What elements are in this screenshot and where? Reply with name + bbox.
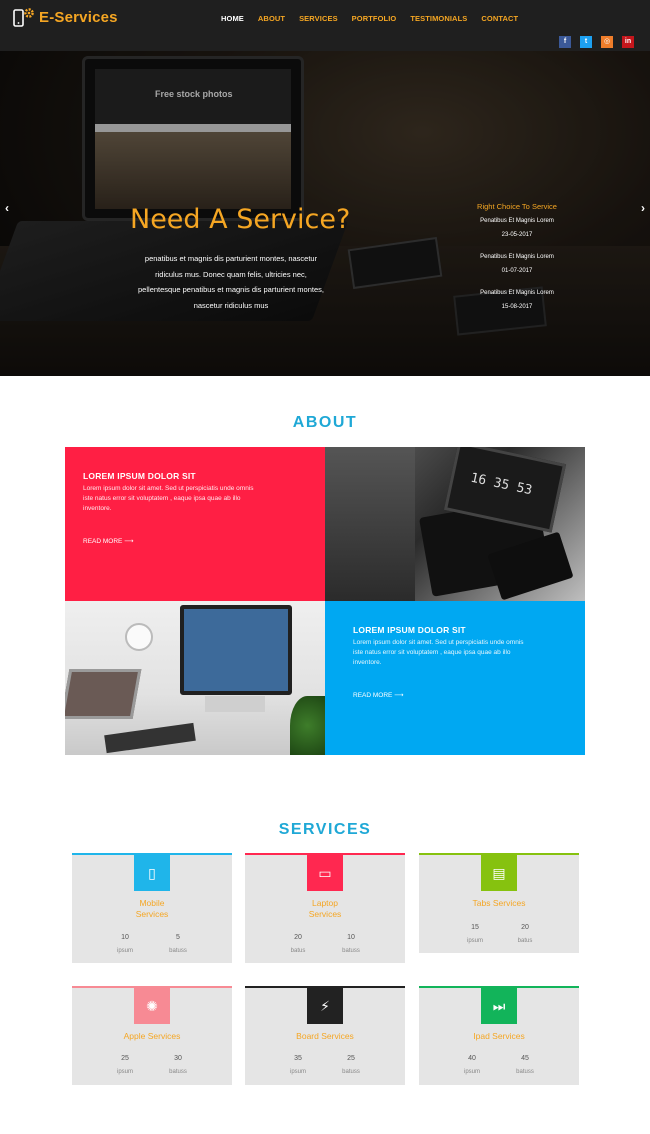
hero-slider: Free stock photos Need A Service? penati… [0, 51, 650, 376]
arrow-right-icon: ⟶ [124, 538, 134, 545]
menu-portfolio[interactable]: PORTFOLIO [352, 14, 397, 23]
laptop-icon: ▭ [307, 855, 343, 891]
service-stat: 25 batuss [342, 1055, 360, 1075]
service-stat: 35 ipsum [289, 1055, 306, 1075]
hero-text: penatibus et magnis dis parturient monte… [138, 254, 324, 310]
service-stat: 45 batuss [516, 1055, 534, 1075]
menu-contact[interactable]: CONTACT [481, 14, 518, 23]
hero-title: Need A Service? [130, 204, 351, 235]
fast-forward-icon: ⏭ [481, 988, 517, 1024]
service-stat: 20 batus [290, 934, 306, 954]
apple-icon: ✺ [134, 988, 170, 1024]
hero-side-list: Right Choice To Service Penatibus Et Mag… [472, 202, 562, 325]
logo-text: E-Services [39, 8, 118, 26]
service-title: Laptop Services [308, 898, 342, 919]
service-stat: 5 batuss [169, 934, 187, 954]
service-card[interactable]: ⚡ Board Services 35 ipsum 25 batuss [245, 986, 405, 1085]
navbar: E-Services HOME ABOUT SERVICES PORTFOLIO… [0, 0, 650, 51]
about-text: Lorem ipsum dolor sit amet. Sed ut persp… [353, 639, 524, 666]
logo[interactable]: E-Services [12, 7, 118, 27]
about-heading: LOREM IPSUM DOLOR SIT [83, 471, 196, 481]
side-list-item[interactable]: Penatibus Et Magnis Lorem [472, 217, 562, 225]
menu-about[interactable]: ABOUT [258, 14, 285, 23]
services-title: SERVICES [278, 821, 372, 838]
service-title: Tabs Services [472, 898, 526, 908]
menu-testimonials[interactable]: TESTIMONIALS [410, 14, 467, 23]
phone-gear-icon [12, 7, 36, 27]
main-menu: HOME ABOUT SERVICES PORTFOLIO TESTIMONIA… [221, 14, 532, 23]
service-title: Ipad Services [473, 1031, 525, 1041]
service-card[interactable]: ▭ Laptop Services 20 batus 10 batuss [245, 853, 405, 963]
about-title: ABOUT [292, 414, 358, 431]
slider-prev-icon[interactable]: ‹ [5, 201, 9, 215]
side-list-date: 23-05-2017 [501, 232, 533, 238]
service-stat: 20 batus [517, 924, 533, 944]
service-stat: 30 batuss [169, 1055, 187, 1075]
about-text: Lorem ipsum dolor sit amet. Sed ut persp… [83, 485, 254, 512]
service-title: Mobile Services [135, 898, 169, 919]
social-links: f t ◎ in [550, 36, 634, 48]
service-card[interactable]: ▯ Mobile Services 10 ipsum 5 batuss [72, 853, 232, 963]
service-card[interactable]: ▤ Tabs Services 15 ipsum 20 batus [419, 853, 579, 953]
about-heading: LOREM IPSUM DOLOR SIT [353, 625, 466, 635]
service-title: Board Services [296, 1031, 354, 1041]
read-more-link[interactable]: READ MORE ⟶ [83, 537, 265, 545]
service-stat: 10 batuss [342, 934, 360, 954]
service-stat: 25 ipsum [116, 1055, 133, 1075]
menu-home[interactable]: HOME [221, 14, 244, 23]
instagram-icon[interactable]: ◎ [601, 36, 613, 48]
about-block: LOREM IPSUM DOLOR SIT Lorem ipsum dolor … [325, 601, 585, 755]
about-grid: LOREM IPSUM DOLOR SIT Lorem ipsum dolor … [65, 447, 585, 755]
linkedin-icon[interactable]: in [622, 36, 634, 48]
read-more-link[interactable]: READ MORE ⟶ [353, 691, 535, 699]
about-photo-laptop: 16 35 53 [325, 447, 585, 601]
side-list-date: 01-07-2017 [501, 268, 533, 274]
side-list-title: Right Choice To Service [477, 202, 557, 211]
mobile-icon: ▯ [134, 855, 170, 891]
service-card[interactable]: ✺ Apple Services 25 ipsum 30 batuss [72, 986, 232, 1085]
slider-next-icon[interactable]: › [641, 201, 645, 215]
twitter-icon[interactable]: t [580, 36, 592, 48]
tablet-icon: ▤ [481, 855, 517, 891]
about-block: LOREM IPSUM DOLOR SIT Lorem ipsum dolor … [65, 447, 325, 601]
service-stat: 10 ipsum [116, 934, 133, 954]
menu-services[interactable]: SERVICES [299, 14, 338, 23]
side-list-date: 15-08-2017 [501, 304, 533, 310]
side-list-item[interactable]: Penatibus Et Magnis Lorem [472, 289, 562, 297]
about-photo-desktop [65, 601, 325, 755]
service-card[interactable]: ⏭ Ipad Services 40 ipsum 45 batuss [419, 986, 579, 1085]
service-stat: 40 ipsum [463, 1055, 480, 1075]
side-list-item[interactable]: Penatibus Et Magnis Lorem [472, 253, 562, 261]
plug-icon: ⚡ [307, 988, 343, 1024]
facebook-icon[interactable]: f [559, 36, 571, 48]
arrow-right-icon: ⟶ [394, 692, 404, 699]
service-title: Apple Services [123, 1031, 181, 1041]
